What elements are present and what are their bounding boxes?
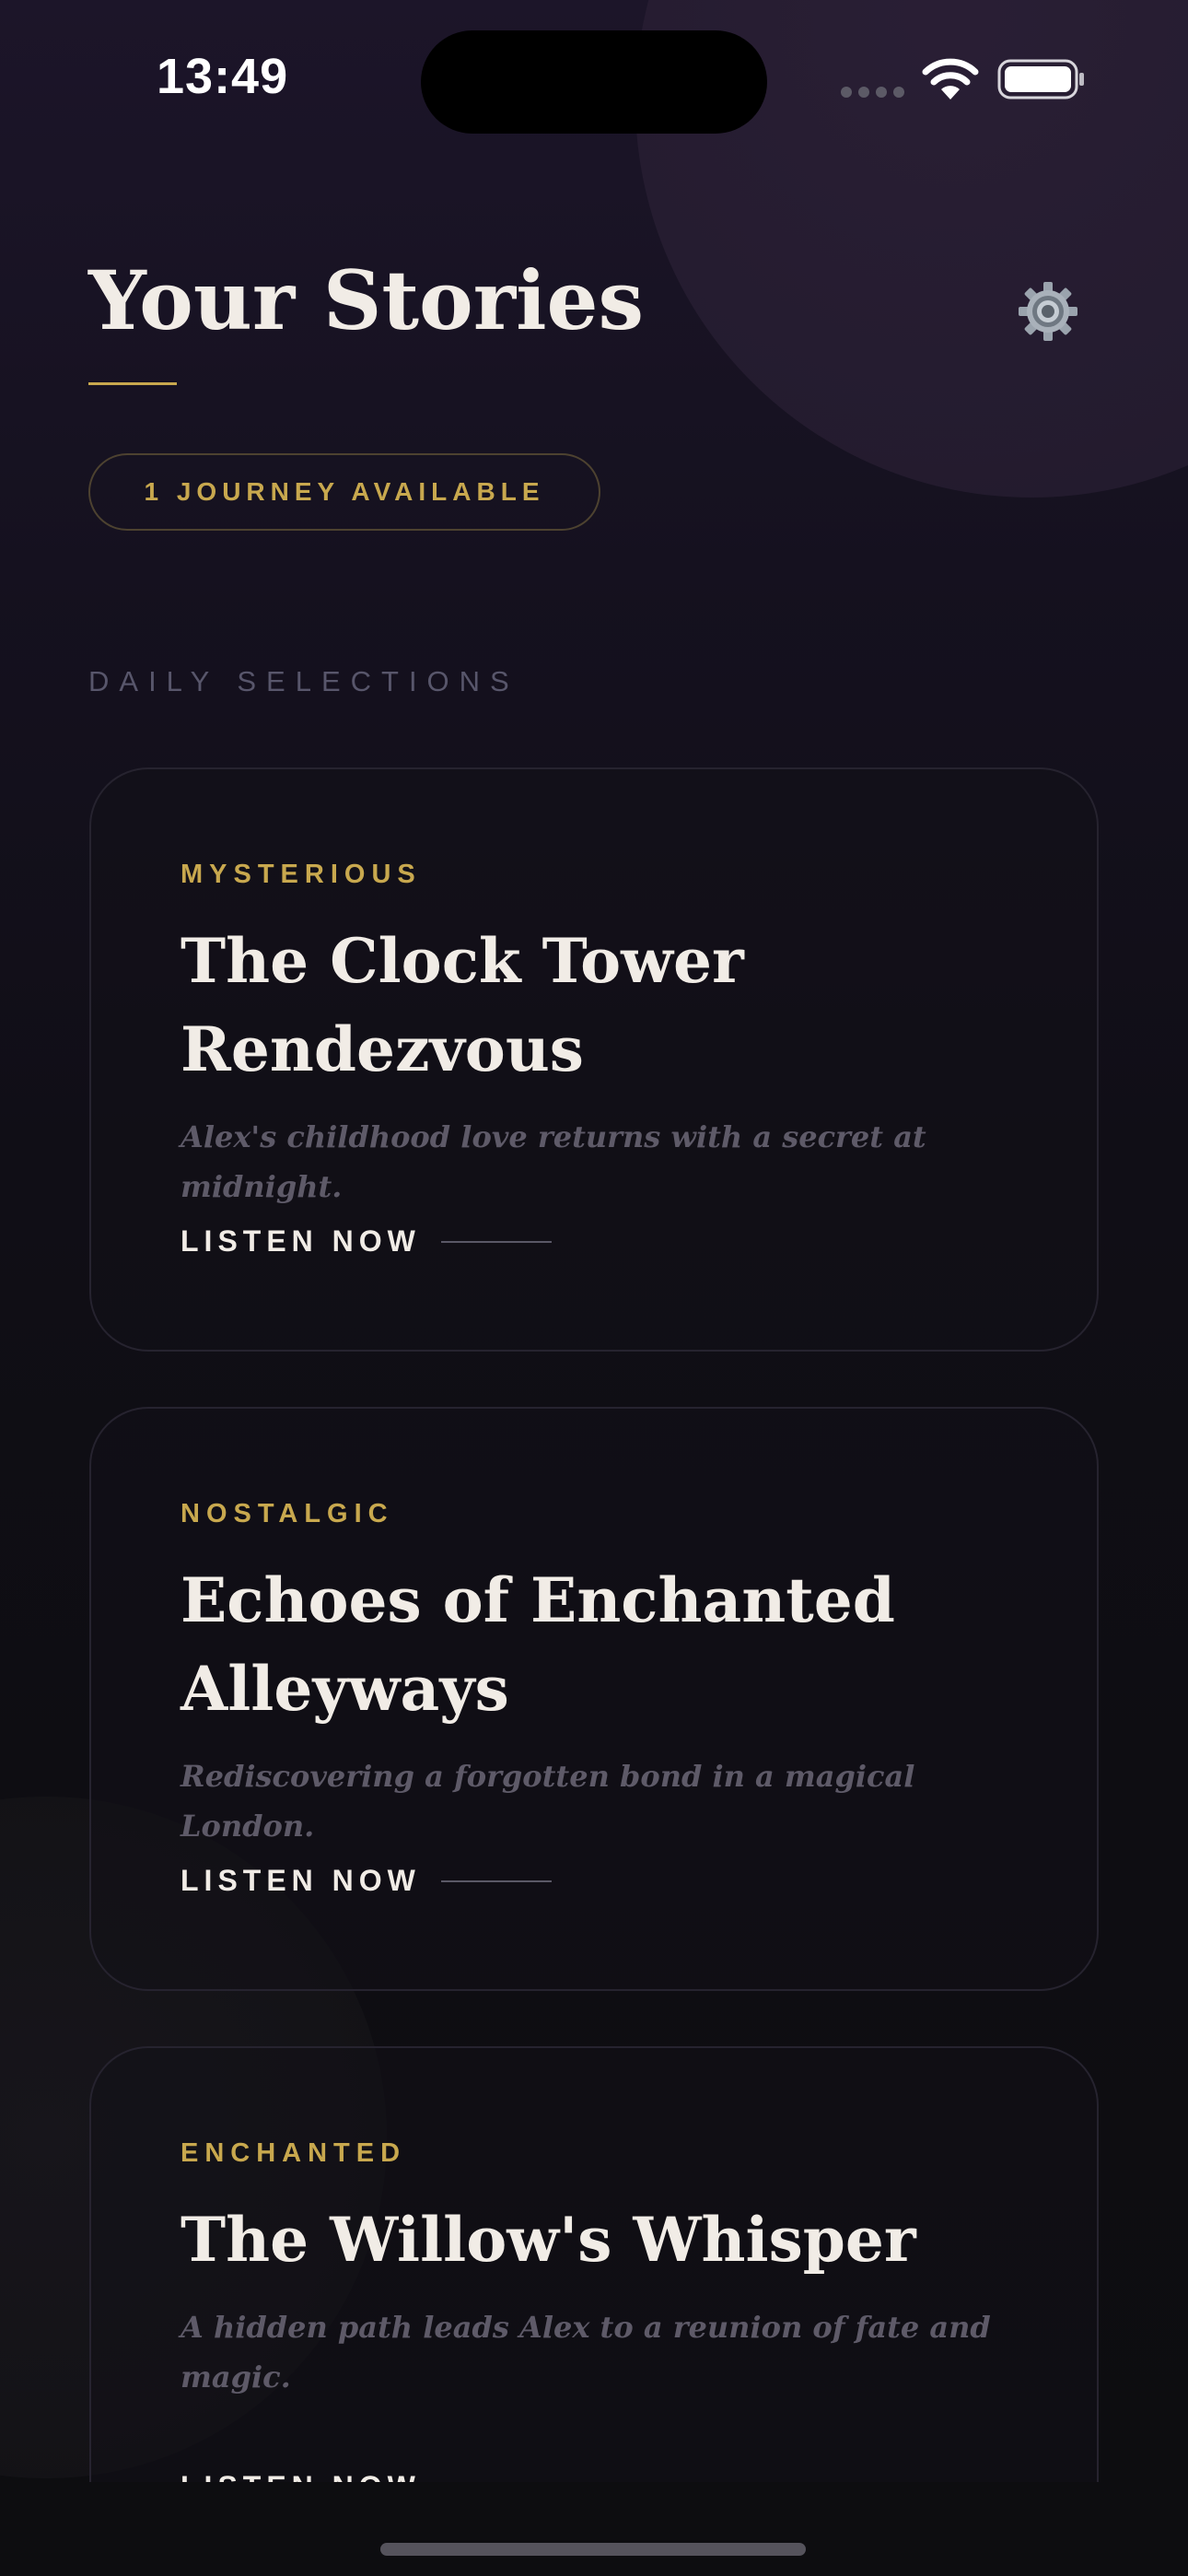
listen-now-button[interactable]: LISTEN NOW xyxy=(181,2470,552,2482)
listen-now-line xyxy=(440,1240,552,1243)
listen-now-label: LISTEN NOW xyxy=(181,1864,421,1897)
listen-now-button[interactable]: LISTEN NOW xyxy=(181,1224,552,1259)
story-mood-label: ENCHANTED xyxy=(181,2138,407,2168)
listen-now-button[interactable]: LISTEN NOW xyxy=(181,1864,552,1898)
listen-now-line xyxy=(440,1879,552,1882)
home-indicator[interactable] xyxy=(380,2543,806,2556)
story-title: The Willow's Whisper xyxy=(181,2204,916,2276)
story-card[interactable]: MYSTERIOUS The Clock Tower Rendezvous Al… xyxy=(89,767,1099,1352)
story-mood-label: NOSTALGIC xyxy=(181,1499,394,1528)
story-list: MYSTERIOUS The Clock Tower Rendezvous Al… xyxy=(0,0,1188,2482)
app-screen: 13:49 Your Stories 1 JOURNEY AVAILABLE D… xyxy=(0,0,1188,2576)
story-title: The Clock Tower Rendezvous xyxy=(181,925,744,1085)
story-description: Rediscovering a forgotten bond in a magi… xyxy=(181,1759,915,1844)
story-card[interactable]: ENCHANTED The Willow's Whisper A hidden … xyxy=(89,2046,1099,2482)
story-description: Alex's childhood love returns with a sec… xyxy=(181,1119,926,1204)
listen-now-label: LISTEN NOW xyxy=(181,2470,421,2482)
listen-now-label: LISTEN NOW xyxy=(181,1224,421,1258)
story-description: A hidden path leads Alex to a reunion of… xyxy=(181,2310,991,2395)
story-title: Echoes of Enchanted Alleyways xyxy=(181,1564,895,1725)
story-mood-label: MYSTERIOUS xyxy=(181,860,422,889)
story-card[interactable]: NOSTALGIC Echoes of Enchanted Alleyways … xyxy=(89,1407,1099,1991)
